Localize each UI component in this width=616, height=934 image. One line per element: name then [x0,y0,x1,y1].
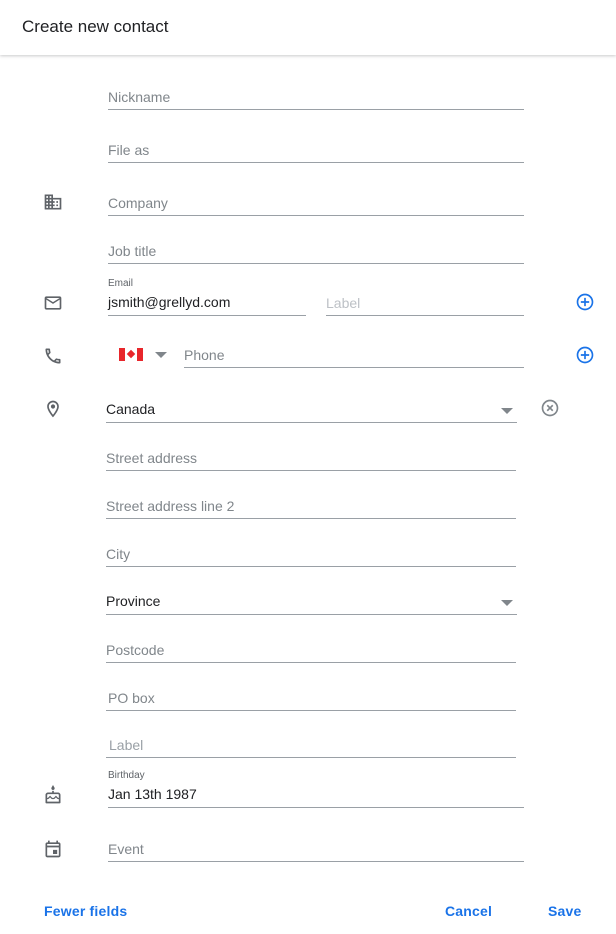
fewer-fields-button[interactable]: Fewer fields [44,903,127,919]
province-select[interactable]: Province [106,593,517,615]
event-placeholder: Event [108,841,144,857]
chevron-down-icon [501,600,513,606]
remove-circle-icon[interactable] [540,398,560,418]
job-title-field[interactable]: Job title [108,243,524,264]
city-field[interactable]: City [106,546,516,567]
building-icon [43,192,63,212]
email-label-placeholder: Label [326,295,361,311]
po-box-placeholder: PO box [108,690,155,706]
postcode-field[interactable]: Postcode [106,642,516,663]
address-label-field[interactable]: Label [106,737,516,758]
phone-field[interactable]: Phone [184,347,524,368]
postcode-placeholder: Postcode [106,642,165,658]
nickname-placeholder: Nickname [108,89,171,105]
file-as-placeholder: File as [108,142,150,158]
birthday-floating-label: Birthday [108,770,145,781]
phone-placeholder: Phone [184,347,225,363]
street-address-placeholder: Street address [106,450,198,466]
nickname-field[interactable]: Nickname [108,89,524,110]
chevron-down-icon [501,408,513,414]
address-label-placeholder: Label [109,737,144,753]
mail-icon [43,293,63,313]
dialog-header: Create new contact [0,0,616,55]
cancel-button[interactable]: Cancel [445,903,492,919]
save-button[interactable]: Save [548,903,582,919]
birthday-field[interactable]: Birthday Jan 13th 1987 [108,770,524,808]
company-field[interactable]: Company [108,195,524,216]
po-box-field[interactable]: PO box [106,690,516,711]
country-code-dropdown-icon[interactable] [155,352,167,358]
email-field[interactable]: Email jsmith@grellyd.com [108,278,306,316]
location-pin-icon [43,399,63,419]
street-address-field[interactable]: Street address [106,450,516,471]
email-floating-label: Email [108,278,134,289]
file-as-field[interactable]: File as [108,142,524,163]
birthday-value: Jan 13th 1987 [108,786,197,802]
add-circle-icon[interactable] [575,292,595,312]
cake-icon [43,785,63,805]
event-field[interactable]: Event [108,841,524,862]
dialog-title: Create new contact [22,17,169,36]
job-title-placeholder: Job title [108,243,157,259]
country-value: Canada [106,401,156,417]
province-value: Province [106,593,161,609]
email-value: jsmith@grellyd.com [108,294,231,310]
street-address-line2-field[interactable]: Street address line 2 [106,498,516,519]
company-placeholder: Company [108,195,168,211]
country-select[interactable]: Canada [106,401,517,423]
calendar-icon [43,839,63,859]
email-label-field[interactable]: Label [326,295,524,316]
add-circle-icon[interactable] [575,345,595,365]
phone-icon [43,346,63,366]
street-address-line2-placeholder: Street address line 2 [106,498,235,514]
canada-flag-icon[interactable] [119,348,143,361]
city-placeholder: City [106,546,131,562]
